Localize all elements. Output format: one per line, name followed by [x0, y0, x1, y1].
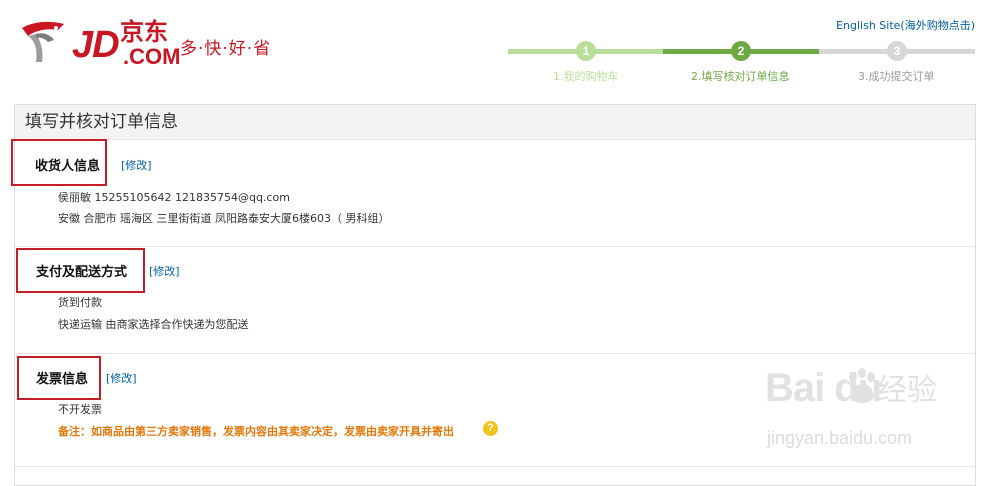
- payment-method: 货到付款: [58, 296, 102, 309]
- progress-step-3: 3: [887, 41, 907, 61]
- invoice-note: 备注：如商品由第三方卖家销售，发票内容由其卖家决定，发票由卖家开具并寄出: [58, 425, 454, 438]
- baidu-paw-icon: [849, 368, 875, 403]
- consignee-address: 安徽 合肥市 瑶海区 三里街街道 凤阳路泰安大厦6楼603（ 男科组）: [58, 212, 390, 225]
- page-title: 填写并核对订单信息: [15, 105, 975, 140]
- progress-step-1: 1: [576, 41, 596, 61]
- logo-slogan: 多·快·好·省: [180, 39, 272, 59]
- invoice-type: 不开发票: [58, 403, 102, 416]
- watermark-jingyan: 经验: [877, 373, 937, 408]
- edit-consignee-link[interactable]: [修改]: [121, 157, 152, 173]
- jd-dog-mascot-icon: [22, 21, 64, 62]
- payment-delivery-title: 支付及配送方式: [36, 265, 128, 280]
- logo-jd-text: JD: [72, 24, 120, 66]
- logo-com-text: .COM: [123, 44, 181, 69]
- jd-logo[interactable]: JD 京东 .COM 多·快·好·省: [18, 18, 293, 74]
- consignee-title: 收货人信息: [35, 159, 101, 174]
- progress-label-submit: 3.成功提交订单: [858, 70, 935, 83]
- checkout-progress: 1 2 3 1.我的购物车 2.填写核对订单信息 3.成功提交订单: [508, 38, 975, 86]
- watermark-url: jingyan.baidu.com: [767, 428, 913, 448]
- payment-delivery-section: 支付及配送方式 [修改] 货到付款 快递运输 由商家选择合作快递为您配送: [15, 246, 975, 354]
- progress-step-2: 2: [731, 41, 751, 61]
- progress-label-fill-order: 2.填写核对订单信息: [691, 70, 790, 83]
- edit-payment-link[interactable]: [修改]: [149, 263, 180, 279]
- edit-invoice-link[interactable]: [修改]: [106, 370, 137, 386]
- delivery-method: 快递运输 由商家选择合作快递为您配送: [58, 318, 249, 331]
- consignee-section: 收货人信息 [修改] 侯丽敏 15255105642 121835754@qq.…: [11, 139, 975, 247]
- consignee-contact: 侯丽敏 15255105642 121835754@qq.com: [58, 191, 290, 204]
- english-site-link[interactable]: English Site(海外购物点击): [836, 17, 975, 33]
- help-icon[interactable]: ?: [483, 421, 498, 436]
- logo-jingdong-text: 京东: [120, 18, 168, 46]
- baidu-jingyan-watermark: Bai du 经验 jingyan.baidu.com: [765, 365, 965, 460]
- progress-label-cart: 1.我的购物车: [553, 70, 619, 83]
- invoice-title: 发票信息: [36, 372, 89, 387]
